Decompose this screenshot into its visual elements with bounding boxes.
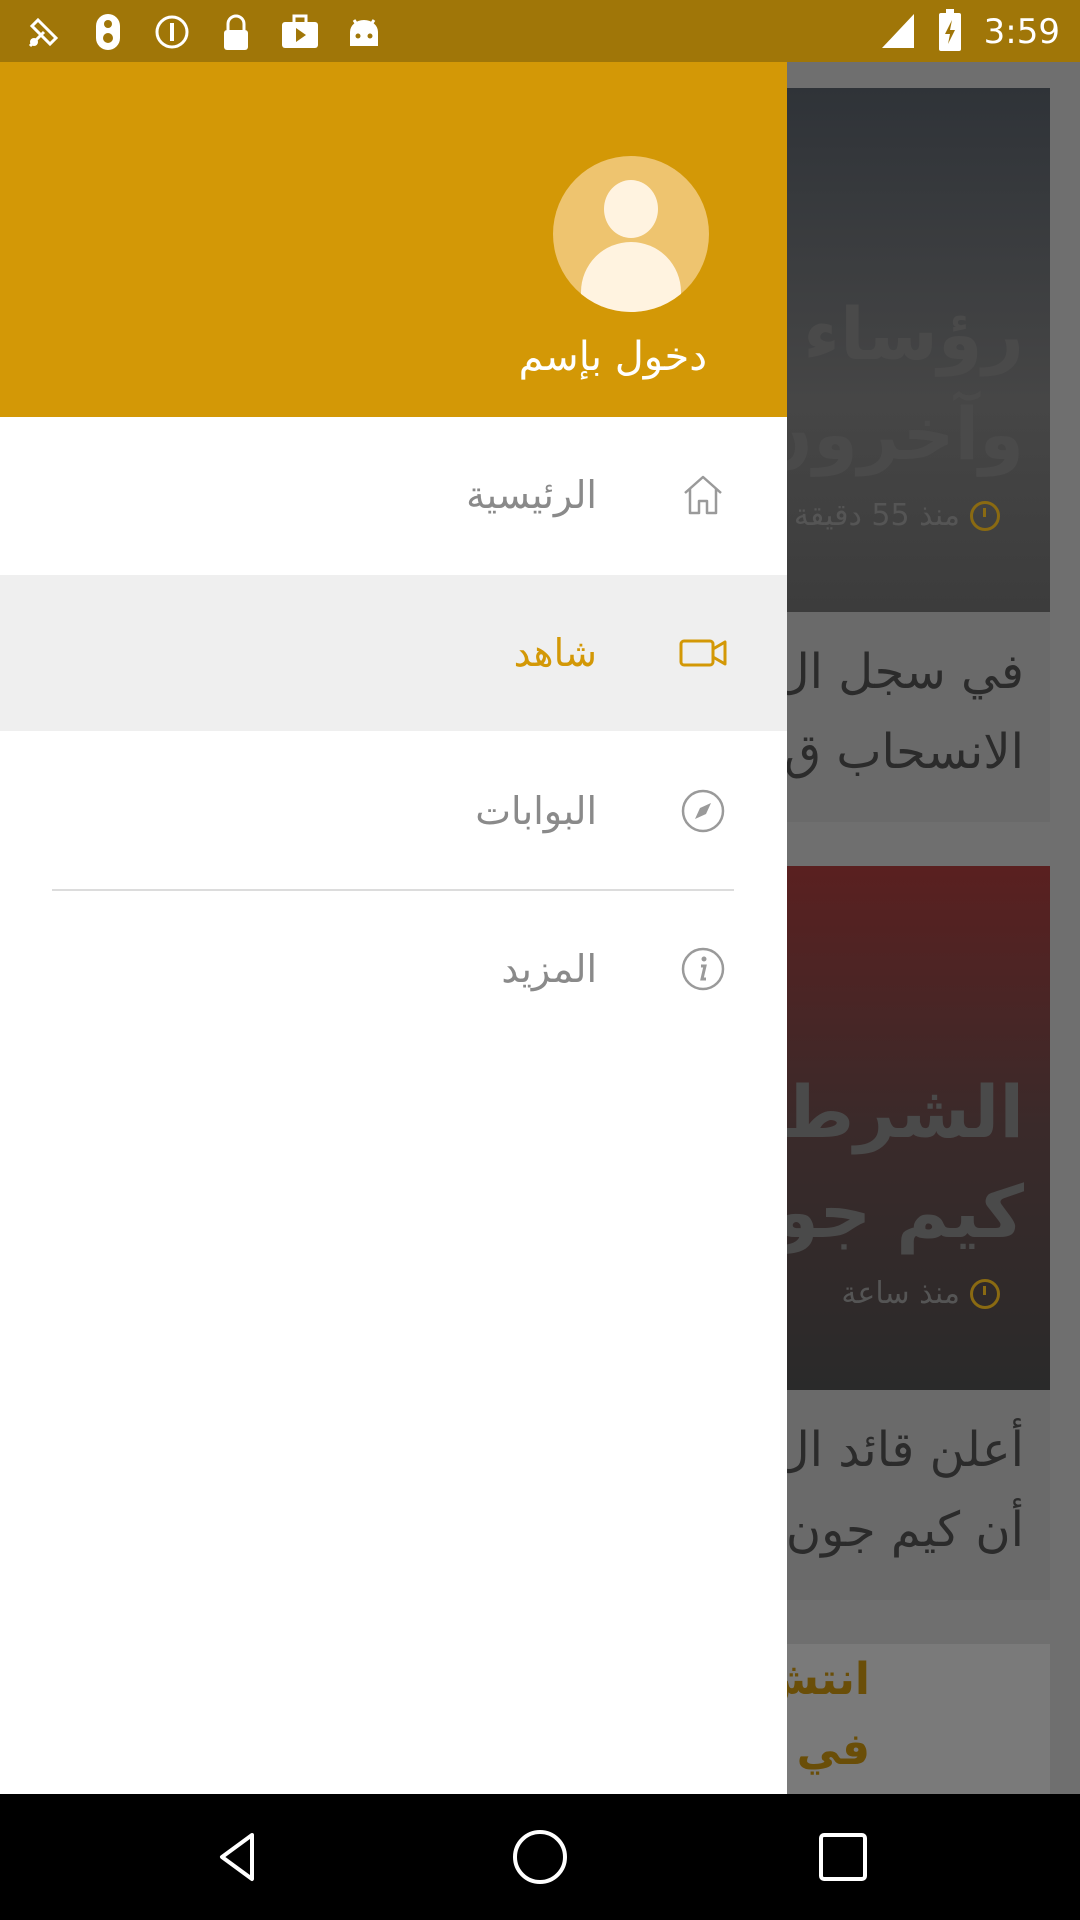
news-card-text[interactable]: في سجل ال الانسحاب ق xyxy=(760,612,1050,822)
drawer-item-label: شاهد xyxy=(513,631,597,675)
video-camera-icon xyxy=(679,629,727,677)
news-card-text-line1: أعلن قائد ال xyxy=(760,1390,1050,1490)
battery-icon xyxy=(938,8,962,56)
status-bar-left-icons xyxy=(22,10,386,54)
news-card[interactable]: انتش في xyxy=(760,1644,1050,1794)
signal-icon xyxy=(880,10,916,54)
compass-icon xyxy=(679,787,727,835)
drawer-item-label: البوابات xyxy=(475,789,597,833)
system-navigation-bar xyxy=(0,1794,1080,1920)
news-card-text-line2: الانسحاب ق xyxy=(760,712,1050,792)
news-card-headline-line2: في xyxy=(796,1724,870,1775)
drawer-item-label: الرئيسية xyxy=(466,473,597,517)
avatar-icon[interactable] xyxy=(553,156,709,312)
news-card[interactable]: رؤساء د وآخرون منذ 55 دقيقة xyxy=(760,88,1050,612)
back-icon[interactable] xyxy=(208,1827,268,1887)
news-card-headline-line2: وآخرون xyxy=(760,392,1024,476)
home-button-icon[interactable] xyxy=(510,1827,570,1887)
status-bar: 3:59 xyxy=(0,0,1080,62)
news-card-time: منذ 55 دقيقة xyxy=(794,498,1000,533)
drawer-item-more[interactable]: المزيد xyxy=(0,891,787,1047)
fake-gps-icon xyxy=(22,10,66,54)
drawer-item-portals[interactable]: البوابات xyxy=(0,733,787,889)
drawer-item-home[interactable]: الرئيسية xyxy=(0,417,787,573)
recents-icon[interactable] xyxy=(813,1827,873,1887)
info-icon xyxy=(679,945,727,993)
news-card[interactable]: الشرطة كيم جو منذ ساعة xyxy=(760,866,1050,1390)
clock-icon xyxy=(970,500,1000,531)
news-card-text-line1: في سجل ال xyxy=(760,612,1050,712)
status-bar-right: 3:59 xyxy=(880,8,1060,56)
news-card-image: رؤساء د وآخرون منذ 55 دقيقة xyxy=(760,88,1050,612)
login-link[interactable]: دخول بإسم xyxy=(519,334,707,380)
drawer-header: دخول بإسم xyxy=(0,62,787,417)
navigation-drawer: دخول بإسم الرئيسية شاهد البوابات المزيد xyxy=(0,62,787,1794)
news-card-image: الشرطة كيم جو منذ ساعة xyxy=(760,866,1050,1390)
status-clock: 3:59 xyxy=(983,12,1060,52)
info-circle-icon xyxy=(150,10,194,54)
android-icon xyxy=(342,10,386,54)
clock-icon xyxy=(970,1278,1000,1309)
briefcase-play-icon xyxy=(278,10,322,54)
news-card-headline-line1: الشرطة xyxy=(760,1070,1024,1154)
drawer-item-label: المزيد xyxy=(501,947,597,991)
home-icon xyxy=(679,471,727,519)
news-card-headline-line2: كيم جو xyxy=(774,1170,1024,1254)
news-card-time-text: منذ ساعة xyxy=(841,1276,960,1311)
news-card-text[interactable]: أعلن قائد ال أن كيم جون xyxy=(760,1390,1050,1600)
news-card-time: منذ ساعة xyxy=(841,1276,1000,1311)
news-card-text-line2: أن كيم جون xyxy=(760,1490,1050,1570)
lock-icon xyxy=(214,10,258,54)
drawer-item-watch[interactable]: شاهد xyxy=(0,575,787,731)
news-card-headline-line1: رؤساء د xyxy=(760,292,1024,376)
news-card-time-text: منذ 55 دقيقة xyxy=(793,498,960,533)
notification-icon xyxy=(86,10,130,54)
